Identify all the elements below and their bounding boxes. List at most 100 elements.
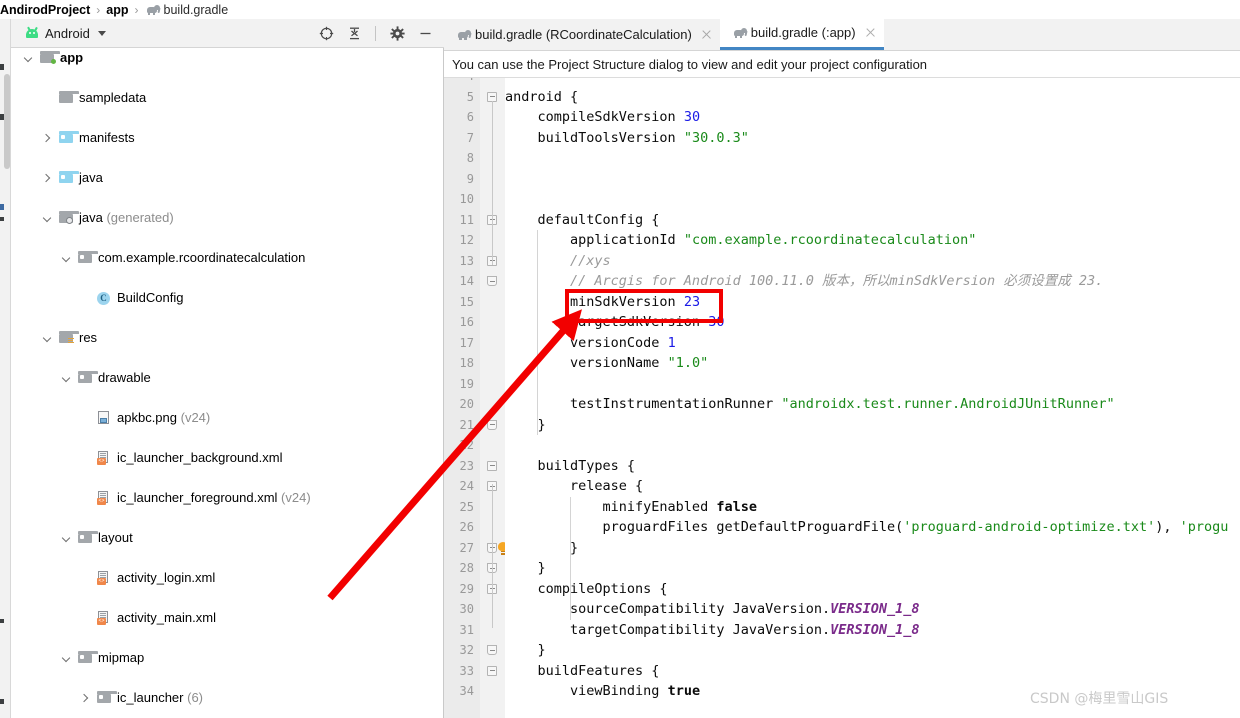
fold-marker[interactable] <box>480 415 505 436</box>
code-line[interactable]: android { <box>505 87 578 108</box>
project-view-selector[interactable]: Android <box>25 26 106 41</box>
line-number: 22 <box>459 438 474 452</box>
module-folder-icon <box>40 51 60 67</box>
code-line[interactable]: viewBinding true <box>505 681 700 702</box>
locate-in-tree-icon[interactable] <box>317 25 335 43</box>
png-file-icon <box>97 411 113 427</box>
breadcrumb-project[interactable]: AndirodProject <box>0 3 90 17</box>
hide-panel-icon[interactable] <box>416 25 434 43</box>
fold-marker[interactable] <box>480 271 505 292</box>
code-line[interactable]: minifyEnabled false <box>505 497 757 518</box>
breadcrumb-module[interactable]: app <box>106 3 128 17</box>
tree-item[interactable]: <> ic_launcher_background.xml <box>11 448 444 468</box>
line-number: 24 <box>459 479 474 493</box>
tree-item-label: drawable <box>98 370 151 385</box>
chevron-down-icon[interactable] <box>61 253 72 264</box>
xml-file-icon: <> <box>97 451 113 467</box>
chevron-down-icon[interactable] <box>61 653 72 664</box>
editor-tab-label: build.gradle (RCoordinateCalculation) <box>475 27 692 42</box>
code-line[interactable]: } <box>505 538 578 559</box>
breadcrumb-separator-1: › <box>96 2 101 17</box>
code-line[interactable]: compileOptions { <box>505 579 668 600</box>
tree-item[interactable]: mipmap <box>11 648 444 668</box>
line-number: 11 <box>459 212 474 227</box>
tree-item[interactable]: <> ic_launcher_foreground.xml (v24) <box>11 488 444 508</box>
code-text[interactable]: android { compileSdkVersion 30 buildTool… <box>505 78 1240 718</box>
tree-item[interactable]: com.example.rcoordinatecalculation <box>11 248 444 268</box>
collapse-all-icon[interactable] <box>345 25 363 43</box>
tree-item[interactable]: java (generated) <box>11 208 444 228</box>
code-viewport[interactable]: 4 5 6 7 8 9 10 11 12 13 14 15 16 17 18 19 20 21 22 23 24 25 26… <box>444 78 1240 718</box>
chevron-down-icon[interactable] <box>42 333 53 344</box>
tree-item[interactable]: apkbc.png (v24) <box>11 408 444 428</box>
chevron-down-icon[interactable] <box>61 533 72 544</box>
chevron-right-icon[interactable] <box>42 173 53 184</box>
chevron-down-icon[interactable] <box>23 53 34 64</box>
tree-item-label: activity_login.xml <box>117 570 216 585</box>
code-line[interactable]: //xys <box>505 251 611 272</box>
tree-item[interactable]: sampledata <box>11 88 444 108</box>
chevron-down-icon[interactable] <box>97 30 106 36</box>
project-tree-scrollbar[interactable] <box>4 74 10 169</box>
code-line[interactable]: sourceCompatibility JavaVersion.VERSION_… <box>505 599 920 620</box>
tree-item[interactable]: res <box>11 328 444 348</box>
tree-item-suffix: (v24) <box>277 490 311 505</box>
tree-item[interactable]: app <box>11 48 444 68</box>
line-number: 12 <box>459 233 474 247</box>
package-folder-icon <box>78 531 98 547</box>
chevron-down-icon[interactable] <box>42 213 53 224</box>
fold-marker[interactable] <box>480 640 505 661</box>
code-line[interactable]: } <box>505 415 546 436</box>
line-number: 25 <box>459 499 474 514</box>
code-line[interactable]: buildFeatures { <box>505 661 660 682</box>
chevron-right-icon[interactable] <box>42 133 53 144</box>
editor-tab[interactable]: build.gradle (RCoordinateCalculation) <box>444 19 720 50</box>
code-line[interactable]: // Arcgis for Android 100.11.0 版本，所以minS… <box>505 271 1103 292</box>
code-line[interactable]: buildTypes { <box>505 456 636 477</box>
indent-guide <box>570 496 571 620</box>
gear-icon[interactable] <box>388 25 406 43</box>
package-folder-icon <box>97 691 117 707</box>
code-line[interactable]: } <box>505 558 546 579</box>
tree-item[interactable]: java <box>11 168 444 188</box>
folder-generated-icon <box>59 211 79 227</box>
code-line[interactable]: minSdkVersion 23 <box>505 292 700 313</box>
code-line[interactable]: release { <box>505 476 643 497</box>
code-folding-gutter[interactable] <box>480 78 508 718</box>
fold-marker[interactable] <box>480 456 505 477</box>
tree-item[interactable]: ic_launcher (6) <box>11 688 444 708</box>
chevron-right-icon[interactable] <box>80 693 91 704</box>
fold-connector <box>492 100 493 265</box>
code-line[interactable]: buildToolsVersion "30.0.3" <box>505 128 749 149</box>
fold-marker[interactable] <box>480 661 505 682</box>
project-panel-toolbar <box>317 19 434 48</box>
code-line[interactable]: defaultConfig { <box>505 210 660 231</box>
chevron-down-icon[interactable] <box>61 373 72 384</box>
line-number: 7 <box>466 130 474 145</box>
tree-item[interactable]: <> activity_login.xml <box>11 568 444 588</box>
code-line[interactable]: proguardFiles getDefaultProguardFile('pr… <box>505 517 1240 538</box>
tree-item[interactable]: <> activity_main.xml <box>11 608 444 628</box>
code-line[interactable]: applicationId "com.example.rcoordinateca… <box>505 230 976 251</box>
tree-item[interactable]: C BuildConfig <box>11 288 444 308</box>
code-line[interactable]: compileSdkVersion 30 <box>505 107 701 128</box>
error-stripe[interactable] <box>1228 78 1240 718</box>
close-icon[interactable] <box>701 29 712 40</box>
project-tree[interactable]: app sampledata manifests java java (generate… <box>11 48 444 718</box>
code-line[interactable]: } <box>505 640 546 661</box>
tree-item[interactable]: manifests <box>11 128 444 148</box>
line-number: 21 <box>459 417 474 432</box>
code-line[interactable]: versionName "1.0" <box>505 353 708 374</box>
close-icon[interactable] <box>865 27 876 38</box>
editor-tab[interactable]: build.gradle (:app) <box>719 18 884 50</box>
tree-item[interactable]: layout <box>11 528 444 548</box>
line-number: 20 <box>459 397 474 411</box>
indent-guide <box>537 230 538 435</box>
code-line[interactable]: targetCompatibility JavaVersion.VERSION_… <box>505 620 920 641</box>
tree-item[interactable]: drawable <box>11 368 444 388</box>
tree-item-label: com.example.rcoordinatecalculation <box>98 250 306 265</box>
breadcrumb-file[interactable]: build.gradle <box>164 3 229 17</box>
code-line[interactable]: versionCode 1 <box>505 333 676 354</box>
code-line[interactable]: testInstrumentationRunner "androidx.test… <box>505 394 1115 415</box>
editor-area: build.gradle (RCoordinateCalculation) bui… <box>444 18 1240 718</box>
